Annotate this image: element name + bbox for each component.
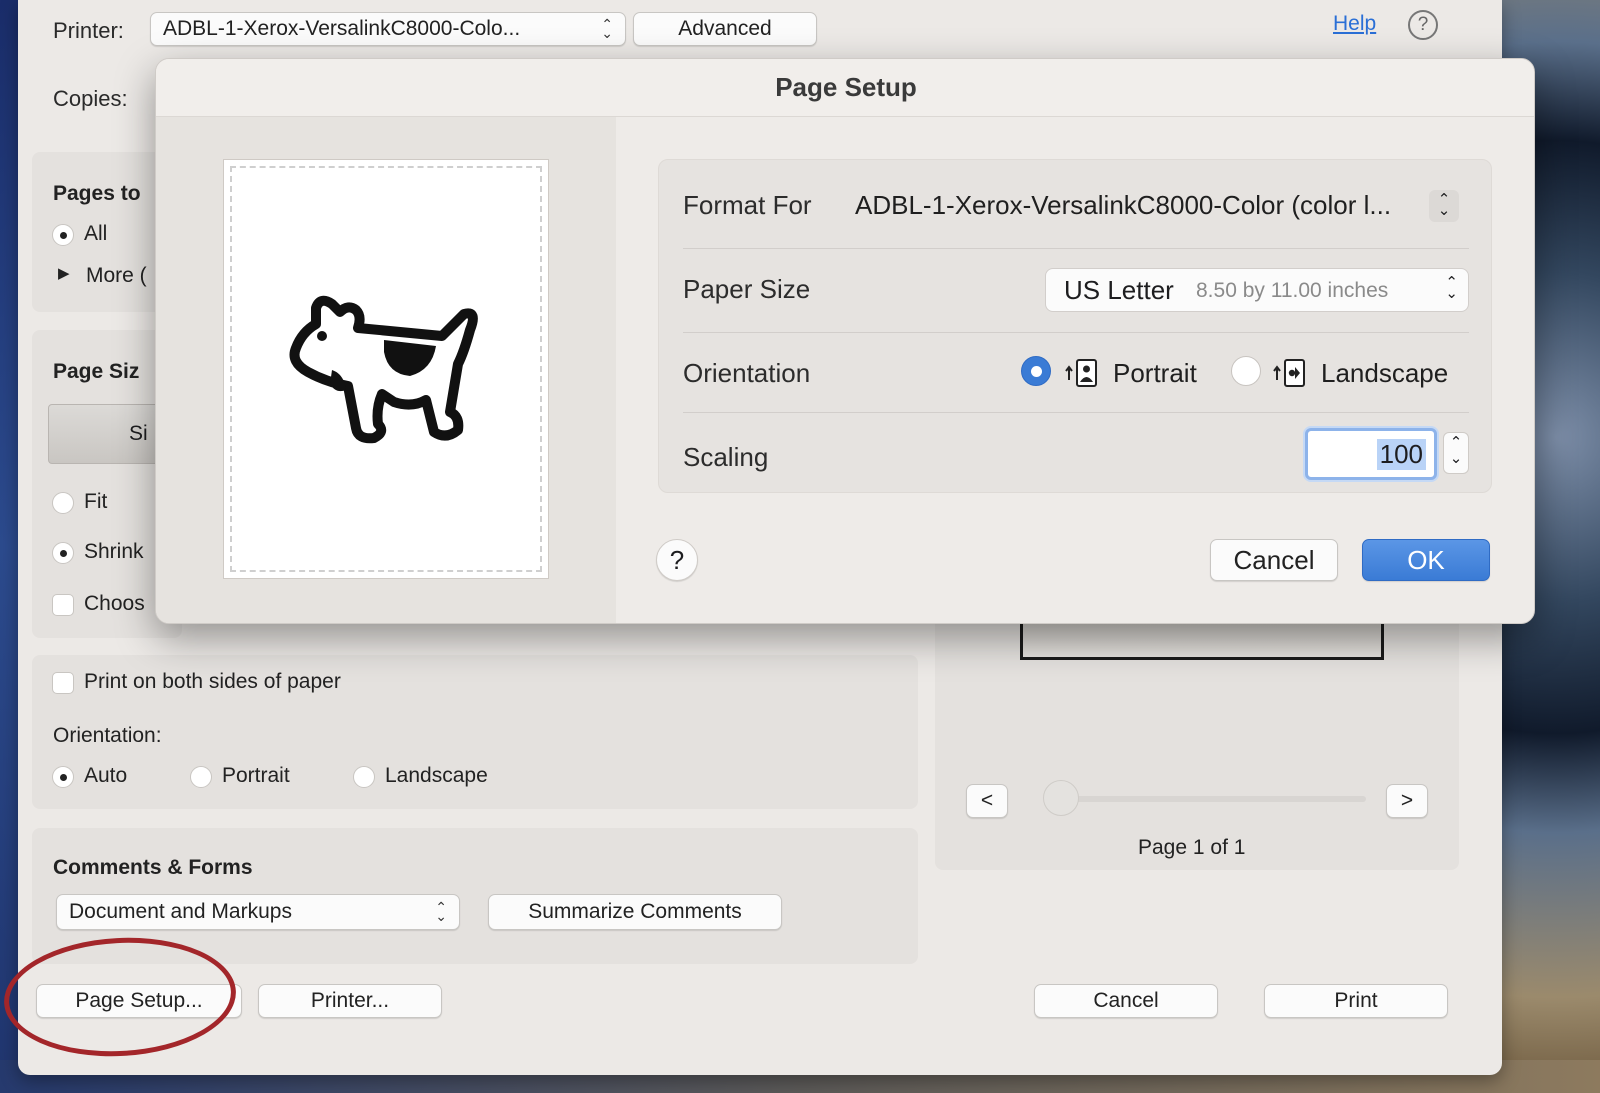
shrink-label: Shrink bbox=[84, 540, 144, 563]
format-for-label: Format For bbox=[683, 190, 812, 220]
shrink-radio[interactable] bbox=[52, 542, 74, 564]
copies-label: Copies: bbox=[53, 86, 128, 111]
preview-next-button[interactable]: > bbox=[1386, 784, 1428, 818]
landscape-label: Landscape bbox=[1321, 358, 1449, 388]
printer-select-value: ADBL-1-Xerox-VersalinkC8000-Colo... bbox=[163, 17, 521, 40]
orientation-portrait-radio[interactable] bbox=[190, 766, 212, 788]
preview-prev-button[interactable]: < bbox=[966, 784, 1008, 818]
chevron-updown-icon: ⌃ ⌄ bbox=[601, 16, 613, 41]
paper-size-label: Paper Size bbox=[683, 274, 811, 304]
orientation-label: Orientation: bbox=[53, 724, 162, 747]
row-separator bbox=[683, 332, 1469, 333]
format-for-value[interactable]: ADBL-1-Xerox-VersalinkC8000-Color (color… bbox=[855, 190, 1391, 221]
disclosure-triangle-icon[interactable]: ▶ bbox=[58, 264, 70, 282]
pages-section-title: Pages to bbox=[53, 182, 141, 205]
comments-forms-select[interactable]: Document and Markups ⌃ ⌄ bbox=[56, 894, 460, 930]
printer-select[interactable]: ADBL-1-Xerox-VersalinkC8000-Colo... ⌃ ⌄ bbox=[150, 12, 626, 46]
portrait-label: Portrait bbox=[1113, 358, 1197, 388]
cancel-button[interactable]: Cancel bbox=[1034, 984, 1218, 1018]
ok-button[interactable]: OK bbox=[1362, 539, 1490, 581]
orientation-label: Orientation bbox=[683, 358, 811, 388]
printer-label: Printer: bbox=[53, 18, 124, 43]
print-button[interactable]: Print bbox=[1264, 984, 1448, 1018]
comments-forms-select-value: Document and Markups bbox=[69, 900, 292, 923]
paper-preview bbox=[223, 159, 549, 579]
orientation-auto-radio[interactable] bbox=[52, 766, 74, 788]
paper-size-dimensions: 8.50 by 11.00 inches bbox=[1196, 279, 1389, 302]
orientation-auto-label: Auto bbox=[84, 764, 128, 787]
paper-size-stepper-icon: ⌃ ⌄ bbox=[1445, 274, 1458, 302]
pages-all-label: All bbox=[84, 222, 108, 245]
chevron-updown-icon: ⌃ ⌄ bbox=[435, 899, 447, 924]
desktop-background-left bbox=[0, 0, 18, 1093]
paper-preview-area bbox=[156, 117, 616, 623]
landscape-orientation-icon bbox=[1273, 359, 1305, 387]
orientation-landscape-label: Landscape bbox=[385, 764, 488, 787]
page-size-title: Page Siz bbox=[53, 360, 140, 383]
help-link[interactable]: Help bbox=[1333, 12, 1376, 36]
page-indicator: Page 1 of 1 bbox=[1138, 836, 1246, 859]
orientation-landscape-radio[interactable] bbox=[353, 766, 375, 788]
help-button[interactable]: ? bbox=[656, 539, 698, 581]
fit-label: Fit bbox=[84, 490, 108, 513]
comments-forms-title: Comments & Forms bbox=[53, 856, 253, 879]
advanced-button[interactable]: Advanced bbox=[633, 12, 817, 46]
landscape-radio[interactable] bbox=[1231, 356, 1261, 386]
paper-size-value: US Letter bbox=[1064, 275, 1174, 305]
scaling-stepper-icon[interactable]: ⌃ ⌄ bbox=[1443, 432, 1469, 474]
orientation-portrait-label: Portrait bbox=[222, 764, 290, 787]
summarize-comments-button[interactable]: Summarize Comments bbox=[488, 894, 782, 930]
scaling-input[interactable]: 100 bbox=[1305, 428, 1437, 480]
help-circle-icon[interactable]: ? bbox=[1408, 10, 1438, 40]
more-options-label[interactable]: More ( bbox=[86, 264, 147, 288]
preview-slider-track[interactable] bbox=[1048, 796, 1366, 802]
sheet-cancel-button[interactable]: Cancel bbox=[1210, 539, 1338, 581]
portrait-radio[interactable] bbox=[1021, 356, 1051, 386]
choose-checkbox[interactable] bbox=[52, 594, 74, 616]
duplex-label: Print on both sides of paper bbox=[84, 670, 341, 693]
page-setup-sheet: Page Setup Format For ADBL-1-Xerox-Versa… bbox=[155, 58, 1535, 624]
scaling-label: Scaling bbox=[683, 442, 769, 472]
scaling-value: 100 bbox=[1376, 439, 1426, 470]
portrait-orientation-icon bbox=[1065, 359, 1097, 387]
preview-slider-knob[interactable] bbox=[1043, 780, 1079, 816]
page-setup-title: Page Setup bbox=[156, 59, 1534, 117]
format-for-stepper-icon[interactable]: ⌃ ⌄ bbox=[1429, 190, 1459, 222]
printer-button[interactable]: Printer... bbox=[258, 984, 442, 1018]
duplex-checkbox[interactable] bbox=[52, 672, 74, 694]
dogcow-icon bbox=[289, 295, 478, 444]
size-segment-label: Si bbox=[129, 422, 148, 445]
pages-all-radio[interactable] bbox=[52, 224, 74, 246]
row-separator bbox=[683, 248, 1469, 249]
row-separator bbox=[683, 412, 1469, 413]
paper-size-select[interactable]: US Letter 8.50 by 11.00 inches ⌃ ⌄ bbox=[1045, 268, 1469, 312]
fit-radio[interactable] bbox=[52, 492, 74, 514]
choose-label: Choos bbox=[84, 592, 145, 615]
page-setup-form: Format For ADBL-1-Xerox-VersalinkC8000-C… bbox=[658, 159, 1492, 493]
